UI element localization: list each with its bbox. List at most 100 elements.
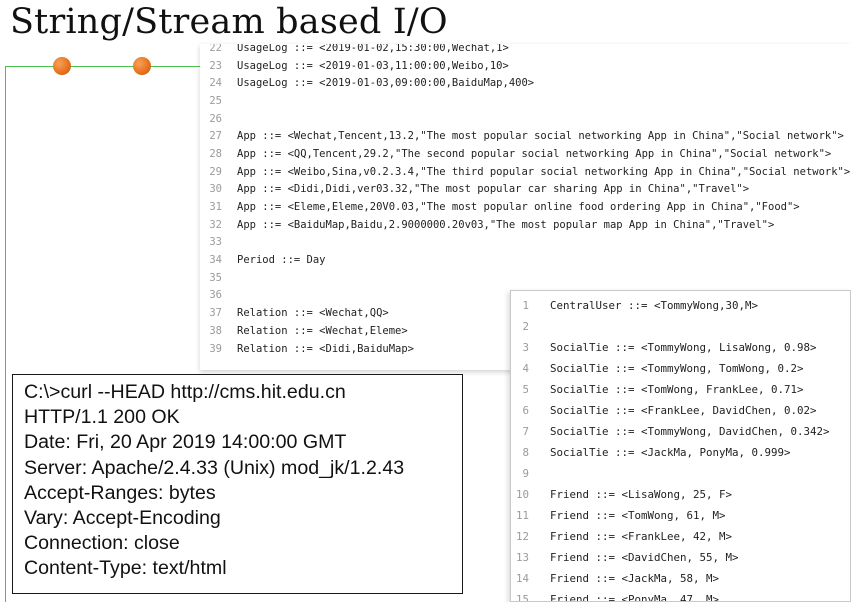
line-number: 9 [522,467,529,480]
line-number: 22 [209,44,222,54]
code-line: 14 Friend ::= <JackMa, 58, M> [511,568,850,589]
line-text: Friend ::= <JackMa, 58, M> [550,572,720,585]
code-line: 13 Friend ::= <DavidChen, 55, M> [511,547,850,568]
line-number: 8 [522,446,529,459]
code-line: 3 SocialTie ::= <TommyWong, LisaWong, 0.9… [511,337,850,358]
line-number: 28 [209,147,222,160]
code-line: 23 UsageLog ::= <2019-01-03,11:00:00,Weib… [200,57,851,75]
code-line: 29 App ::= <Weibo,Sina,v0.2.3.4,"The thir… [200,163,851,181]
line-number: 12 [515,530,529,543]
line-number: 34 [209,254,222,267]
line-text: SocialTie ::= <FrankLee, DavidChen, 0.02… [550,404,817,417]
line-text: UsageLog ::= <2019-01-03,09:00:00,BaiduM… [237,77,535,90]
code-line: 11 Friend ::= <TomWong, 61, M> [511,505,850,526]
line-number: 2 [522,320,529,333]
http-line: Content-Type: text/html [24,557,227,580]
code-line: 15 Friend ::= <PonyMa, 47, M> [511,589,850,602]
http-response-box: C:\>curl --HEAD http://cms.hit.edu.cn HTT… [12,374,463,594]
line-text: UsageLog ::= <2019-01-02,15:30:00,Wechat… [237,44,509,54]
line-text: Friend ::= <FrankLee, 42, M> [550,530,733,543]
slide-title: String/Stream based I/O [10,2,448,42]
social-code-panel: 1 CentralUser ::= <TommyWong,30,M> 2 3 Socia… [510,290,851,602]
code-line: 25 [200,92,851,110]
line-text: App ::= <Eleme,Eleme,20V0.03,"The most p… [237,201,800,214]
line-text: Relation ::= <Wechat,Eleme> [237,324,408,337]
http-line: HTTP/1.1 200 OK [24,406,180,429]
line-text: App ::= <Didi,Didi,ver03.32,"The most po… [237,183,750,196]
code-line: 34 Period ::= Day [200,251,851,269]
line-number: 39 [209,342,222,355]
http-response-lines: C:\>curl --HEAD http://cms.hit.edu.cn HTT… [24,380,462,582]
line-number: 10 [515,488,529,501]
line-number: 26 [209,112,222,125]
line-text: SocialTie ::= <TomWong, FrankLee, 0.71> [550,383,804,396]
line-number: 35 [209,271,222,284]
accent-dot-left [53,57,71,75]
code-line: 12 Friend ::= <FrankLee, 42, M> [511,526,850,547]
code-line: 22 UsageLog ::= <2019-01-02,15:30:00,Wech… [200,44,851,57]
line-text: SocialTie ::= <TommyWong, LisaWong, 0.98… [550,341,817,354]
code-line: 9 [511,463,850,484]
line-number: 38 [209,324,222,337]
code-line: 10 Friend ::= <LisaWong, 25, F> [511,484,850,505]
http-line: Connection: close [24,532,180,555]
line-number: 37 [209,307,222,320]
code-line: 26 [200,110,851,128]
http-line: Server: Apache/2.4.33 (Unix) mod_jk/1.2.… [24,456,405,479]
line-number: 31 [209,201,222,214]
code-line: 6 SocialTie ::= <FrankLee, DavidChen, 0.0… [511,400,850,421]
code-line: 7 SocialTie ::= <TommyWong, DavidChen, 0.… [511,421,850,442]
line-text: CentralUser ::= <TommyWong,30,M> [550,299,759,312]
line-number: 36 [209,289,222,302]
code-line: 1 CentralUser ::= <TommyWong,30,M> [511,295,850,316]
code-line: 33 [200,234,851,252]
line-number: 30 [209,183,222,196]
code-line: 27 App ::= <Wechat,Tencent,13.2,"The most… [200,127,851,145]
accent-dot-right [133,57,151,75]
code-line: 5 SocialTie ::= <TomWong, FrankLee, 0.71> [511,379,850,400]
line-text: App ::= <QQ,Tencent,29.2,"The second pop… [237,147,832,160]
line-number: 7 [522,425,529,438]
code-line: 30 App ::= <Didi,Didi,ver03.32,"The most … [200,181,851,199]
line-number: 25 [209,94,222,107]
line-number: 3 [522,341,529,354]
http-line: Accept-Ranges: bytes [24,481,216,504]
code-line: 28 App ::= <QQ,Tencent,29.2,"The second p… [200,145,851,163]
line-number: 4 [522,362,529,375]
line-number: 1 [522,299,529,312]
line-number: 29 [209,165,222,178]
line-number: 15 [515,593,529,602]
code-line: 32 App ::= <BaiduMap,Baidu,2.9000000.20v0… [200,216,851,234]
code-line: 35 [200,269,851,287]
code-line: 31 App ::= <Eleme,Eleme,20V0.03,"The most… [200,198,851,216]
line-number: 23 [209,59,222,72]
line-text: App ::= <Wechat,Tencent,13.2,"The most p… [237,130,844,143]
line-text: SocialTie ::= <TommyWong, DavidChen, 0.3… [550,425,830,438]
line-number: 14 [515,572,529,585]
line-number: 5 [522,383,529,396]
line-text: Friend ::= <PonyMa, 47, M> [550,593,720,602]
line-number: 32 [209,218,222,231]
code-line: 24 UsageLog ::= <2019-01-03,09:00:00,Baid… [200,74,851,92]
line-text: SocialTie ::= <TommyWong, TomWong, 0.2> [550,362,804,375]
line-text: App ::= <BaiduMap,Baidu,2.9000000.20v03,… [237,218,775,231]
line-number: 11 [515,509,529,522]
line-text: Relation ::= <Didi,BaiduMap> [237,342,415,355]
line-text: Relation ::= <Wechat,QQ> [237,307,389,320]
line-text: Friend ::= <LisaWong, 25, F> [550,488,733,501]
http-line: Vary: Accept-Encoding [24,507,221,530]
social-code-lines: 1 CentralUser ::= <TommyWong,30,M> 2 3 Socia… [511,291,850,602]
line-text: UsageLog ::= <2019-01-03,11:00:00,Weibo,… [237,59,509,72]
accent-horizontal-line [5,66,200,67]
http-line: Date: Fri, 20 Apr 2019 14:00:00 GMT [24,431,347,454]
line-number: 6 [522,404,529,417]
code-line: 2 [511,316,850,337]
http-line: C:\>curl --HEAD http://cms.hit.edu.cn [24,381,346,403]
line-number: 33 [209,236,222,249]
line-number: 27 [209,130,222,143]
line-text: App ::= <Weibo,Sina,v0.2.3.4,"The third … [237,165,851,178]
line-text: Friend ::= <DavidChen, 55, M> [550,551,739,564]
line-number: 24 [209,77,222,90]
accent-vertical-line [5,66,6,602]
code-line: 8 SocialTie ::= <JackMa, PonyMa, 0.999> [511,442,850,463]
